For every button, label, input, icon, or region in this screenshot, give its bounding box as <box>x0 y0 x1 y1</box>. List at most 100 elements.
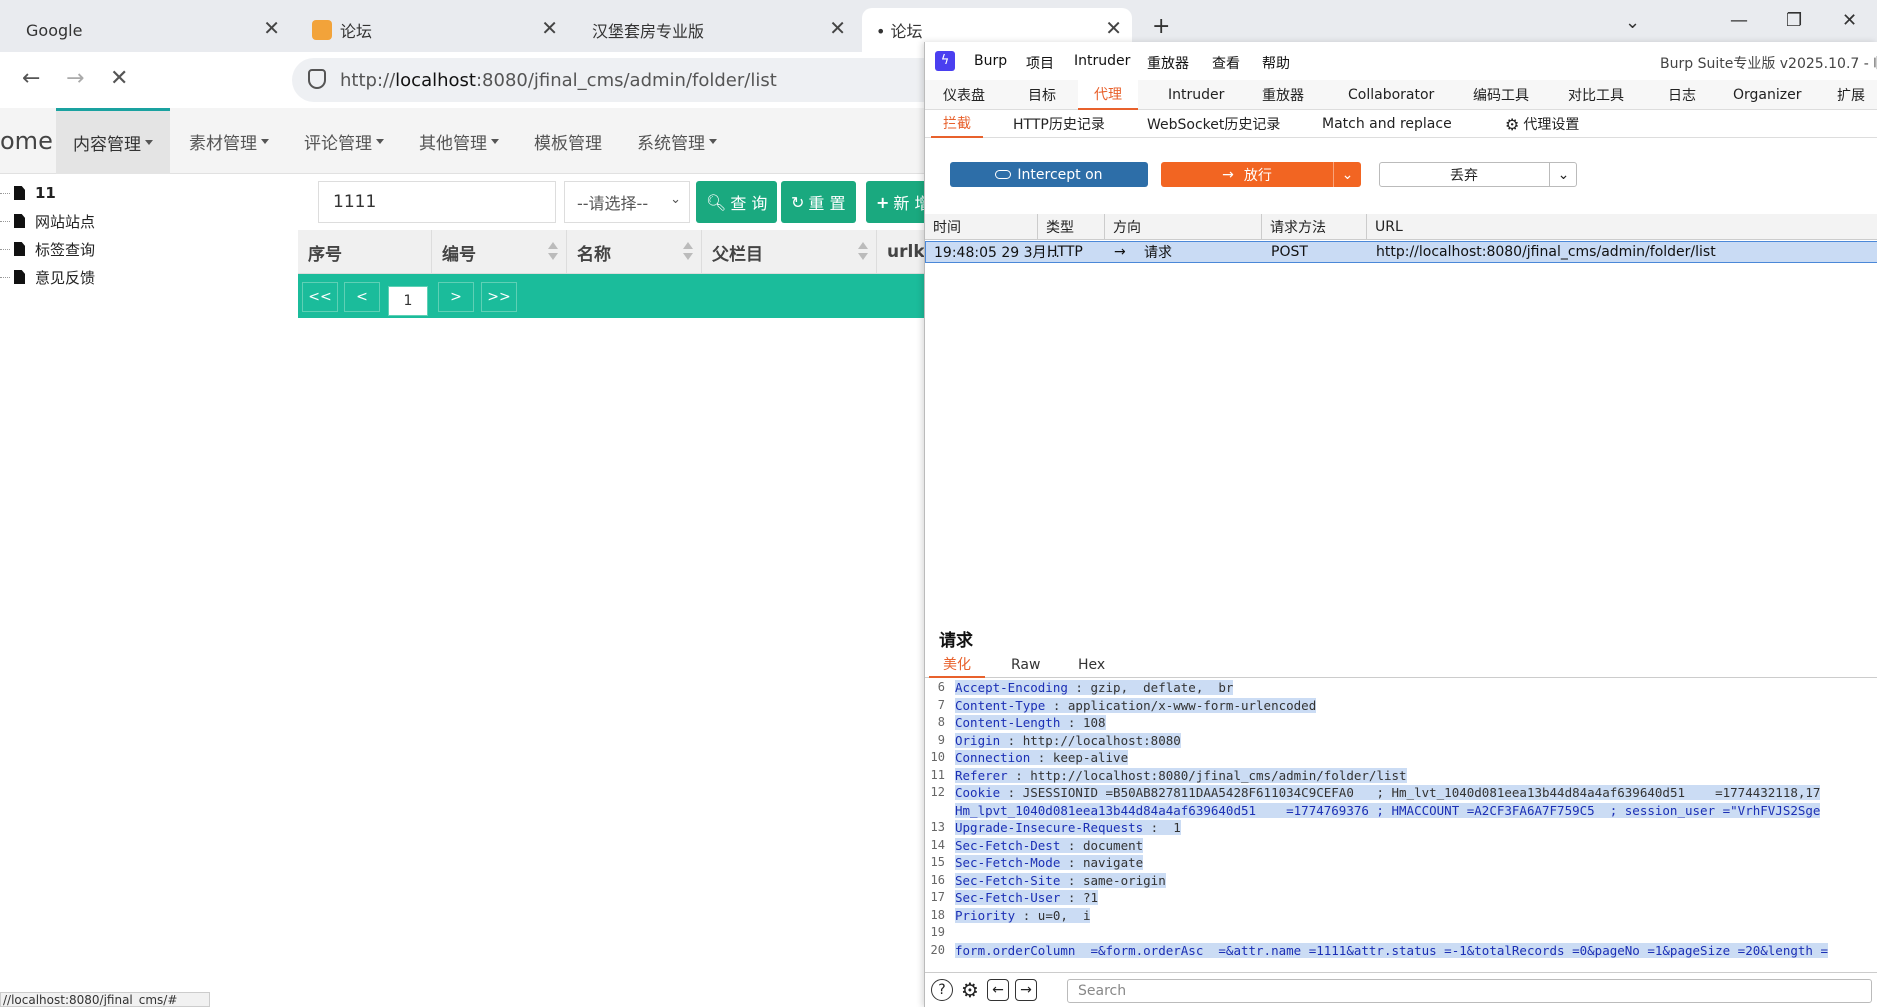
col-index[interactable]: 序号 <box>298 230 432 274</box>
close-icon[interactable]: ✕ <box>829 16 846 40</box>
burp-menubar: ϟ Burp 项目 Intruder 重放器 查看 帮助 Burp Suite专… <box>925 42 1877 80</box>
stop-loading-icon[interactable]: ✕ <box>110 66 128 91</box>
close-icon[interactable]: ✕ <box>541 16 558 40</box>
menu-label: 其他管理 <box>419 133 487 154</box>
browser-tab-forum[interactable]: 论坛 ✕ <box>298 8 568 52</box>
col-time[interactable]: 时间 <box>925 214 1038 240</box>
last-page-button[interactable]: >> <box>481 282 517 312</box>
next-icon[interactable]: → <box>1015 979 1037 1001</box>
forward-dropdown-chevron-icon[interactable]: ⌄ <box>1333 162 1361 187</box>
forward-icon[interactable]: → <box>66 66 84 91</box>
tab-extensions[interactable]: 扩展 <box>1837 80 1865 110</box>
subtab-label: 代理设置 <box>1523 117 1580 133</box>
new-tab-icon[interactable]: + <box>1152 14 1170 39</box>
tree-item-sites[interactable]: 网站站点 <box>0 209 95 233</box>
tab-raw[interactable]: Raw <box>1011 652 1040 678</box>
tab-intruder[interactable]: Intruder <box>1168 80 1224 110</box>
subtab-proxy-settings[interactable]: ⚙ 代理设置 <box>1505 110 1579 138</box>
next-page-button[interactable]: > <box>438 282 474 312</box>
line-number: 11 <box>930 767 945 782</box>
forward-button[interactable]: → 放行 <box>1161 162 1361 187</box>
drop-dropdown-chevron-icon[interactable]: ⌄ <box>1549 162 1577 187</box>
caret-down-icon <box>709 138 717 144</box>
col-parent[interactable]: 父栏目 <box>702 230 877 274</box>
name-search-input[interactable]: 1111 <box>318 181 556 223</box>
status-select[interactable]: --请选择-- ⌄ <box>564 181 690 223</box>
refresh-icon: ↻ <box>791 192 805 212</box>
col-name[interactable]: 名称 <box>567 230 702 274</box>
menu-label: 评论管理 <box>304 133 372 154</box>
menu-help[interactable]: 帮助 <box>1262 53 1290 73</box>
menu-system-management[interactable]: 系统管理 <box>637 108 717 174</box>
prev-page-button[interactable]: < <box>344 282 380 312</box>
menu-template-management[interactable]: 模板管理 <box>534 108 602 174</box>
subtab-http-history[interactable]: HTTP历史记录 <box>1013 110 1105 138</box>
minimize-icon[interactable]: — <box>1730 10 1748 31</box>
col-type[interactable]: 类型 <box>1038 214 1105 240</box>
col-method[interactable]: 请求方法 <box>1262 214 1367 240</box>
subtab-match-replace[interactable]: Match and replace <box>1322 110 1452 138</box>
sort-up-icon <box>683 242 693 249</box>
request-line: Sec-Fetch-Dest : document <box>955 837 1144 853</box>
header-name: Origin <box>955 732 1001 748</box>
intercept-toggle-button[interactable]: Intercept on <box>950 162 1148 187</box>
tab-repeater[interactable]: 重放器 <box>1262 80 1304 110</box>
menu-content-management[interactable]: 内容管理 <box>56 108 170 174</box>
tab-search-chevron-icon[interactable]: ⌄ <box>1625 12 1640 33</box>
header-name: Cookie <box>955 785 1001 800</box>
menu-other-management[interactable]: 其他管理 <box>419 108 499 174</box>
back-icon[interactable]: ← <box>22 66 40 91</box>
tab-proxy[interactable]: 代理 <box>1078 80 1138 110</box>
request-search-input[interactable]: Search <box>1067 979 1872 1003</box>
close-icon[interactable]: ✕ <box>263 16 280 40</box>
line-number: 17 <box>930 890 945 904</box>
desktop: Google ✕ 论坛 ✕ 汉堡套房专业版 ✕ • 论坛 ✕ + ⌄ — ❐ ✕… <box>0 0 1877 1007</box>
menu-comment-management[interactable]: 评论管理 <box>304 108 384 174</box>
subtab-intercept[interactable]: 拦截 <box>931 110 983 138</box>
col-url[interactable]: URL <box>1367 214 1877 240</box>
menu-material-management[interactable]: 素材管理 <box>189 108 269 174</box>
browser-tab-google[interactable]: Google ✕ <box>12 8 290 52</box>
tab-hex[interactable]: Hex <box>1078 652 1105 678</box>
menu-view[interactable]: 查看 <box>1212 53 1240 73</box>
tab-comparer[interactable]: 对比工具 <box>1568 80 1624 110</box>
col-code[interactable]: 编号 <box>432 230 567 274</box>
previous-icon[interactable]: ← <box>987 979 1009 1001</box>
close-icon[interactable]: ✕ <box>1105 16 1122 40</box>
subtab-websocket-history[interactable]: WebSocket历史记录 <box>1147 110 1280 138</box>
brand-text: ome <box>0 127 53 155</box>
intercepted-request-row[interactable]: 19:48:05 29 3月... HTTP → 请求 POST http://… <box>925 241 1877 263</box>
menu-repeater[interactable]: 重放器 <box>1147 53 1189 73</box>
request-view-tabs: 美化 Raw Hex <box>925 652 1877 678</box>
tab-decoder[interactable]: 编码工具 <box>1473 80 1529 110</box>
query-button[interactable]: 🔍︎ 查 询 <box>696 181 778 223</box>
tab-logger[interactable]: 日志 <box>1668 80 1696 110</box>
page-number-input[interactable]: 1 <box>388 286 428 316</box>
tab-pretty[interactable]: 美化 <box>929 652 985 678</box>
tab-organizer[interactable]: Organizer <box>1733 80 1801 110</box>
address-bar[interactable]: http://localhost:8080/jfinal_cms/admin/f… <box>292 58 992 102</box>
tab-collaborator[interactable]: Collaborator <box>1348 80 1434 110</box>
menu-project[interactable]: 项目 <box>1026 53 1054 73</box>
menu-intruder[interactable]: Intruder <box>1074 53 1130 69</box>
first-page-button[interactable]: << <box>302 282 338 312</box>
table-header: 序号 编号 名称 父栏目 urlke <box>298 230 938 274</box>
restore-icon[interactable]: ❐ <box>1786 10 1802 31</box>
site-info-icon[interactable] <box>308 69 326 89</box>
browser-tab-burp[interactable]: 汉堡套房专业版 ✕ <box>578 8 856 52</box>
help-icon[interactable]: ? <box>931 979 953 1001</box>
sort-up-icon <box>858 242 868 249</box>
tree-item-11[interactable]: 11 <box>0 181 56 205</box>
menu-burp[interactable]: Burp <box>974 53 1007 69</box>
tree-item-tags[interactable]: 标签查询 <box>0 237 95 261</box>
tab-target[interactable]: 目标 <box>1028 80 1056 110</box>
tab-dashboard[interactable]: 仪表盘 <box>943 80 985 110</box>
settings-gear-icon[interactable]: ⚙ <box>959 978 981 1002</box>
reset-button[interactable]: ↻ 重 置 <box>781 181 856 223</box>
request-editor[interactable]: 6 Accept-Encoding : gzip, deflate, br 7 Con… <box>925 678 1877 1002</box>
drop-button[interactable]: 丢弃 <box>1379 162 1577 187</box>
tree-item-feedback[interactable]: 意见反馈 <box>0 265 95 289</box>
tree-label: 网站站点 <box>35 212 96 231</box>
col-direction[interactable]: 方向 <box>1105 214 1262 240</box>
window-close-icon[interactable]: ✕ <box>1842 10 1857 31</box>
